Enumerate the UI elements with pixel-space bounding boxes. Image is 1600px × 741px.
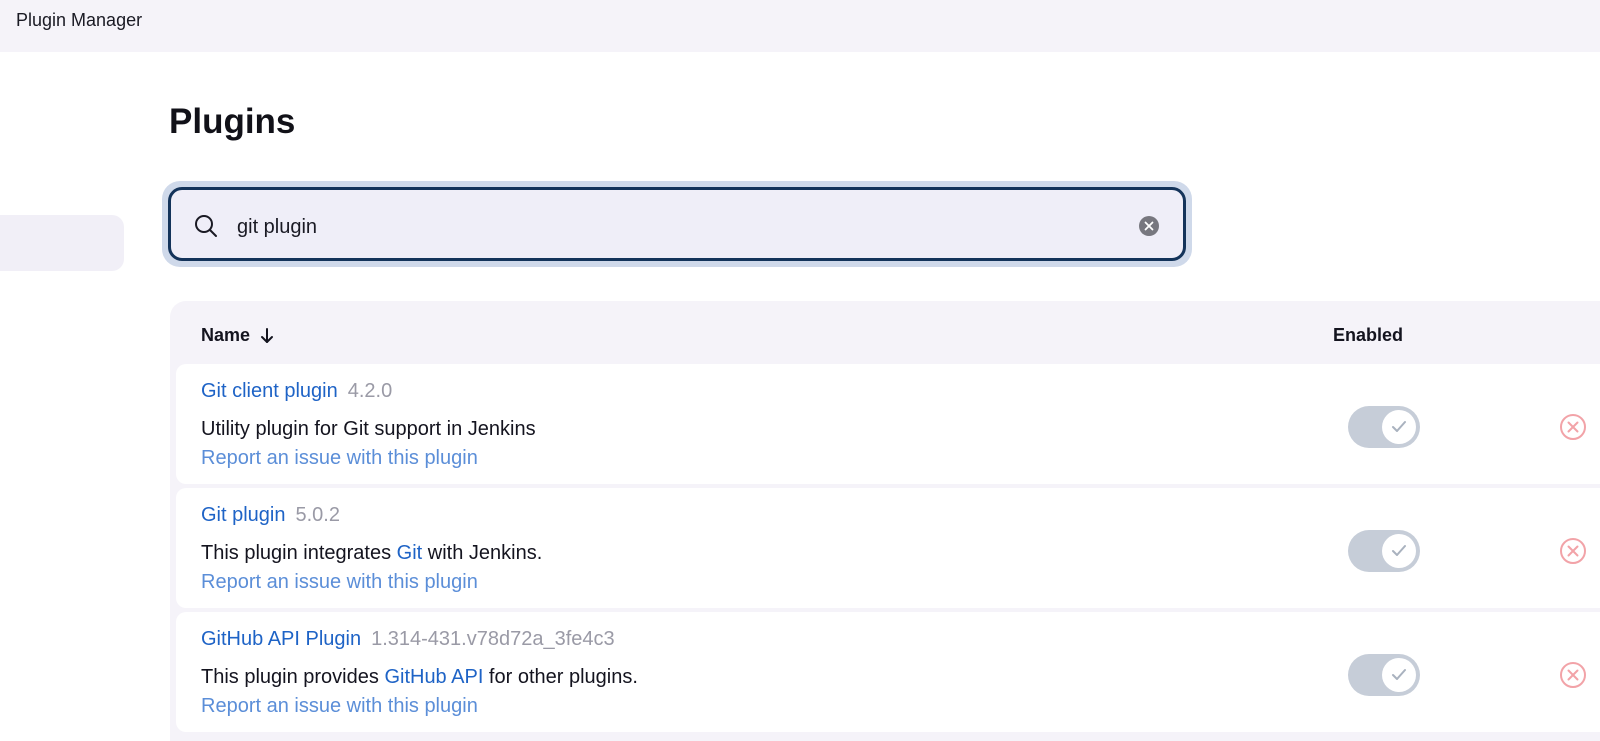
page-title: Plugins bbox=[169, 102, 296, 141]
plugin-name-line: GitHub API Plugin 1.314-431.v78d72a_3fe4c… bbox=[201, 628, 615, 651]
plugin-description-text: Utility plugin for Git support in Jenkin… bbox=[201, 418, 536, 440]
plugin-description-text-after: for other plugins. bbox=[483, 666, 638, 688]
column-header-name[interactable]: Name bbox=[201, 325, 274, 346]
top-bar: Plugin Manager bbox=[0, 0, 1600, 52]
checkmark-icon bbox=[1392, 669, 1406, 680]
column-header-enabled[interactable]: Enabled bbox=[1333, 325, 1403, 346]
plugin-version: 1.314-431.v78d72a_3fe4c3 bbox=[371, 628, 615, 650]
toggle-knob bbox=[1382, 534, 1416, 568]
search-focus-ring bbox=[162, 181, 1192, 267]
uninstall-icon[interactable] bbox=[1558, 660, 1588, 690]
plugin-version: 5.0.2 bbox=[295, 504, 340, 526]
report-issue-link[interactable]: Report an issue with this plugin bbox=[201, 571, 478, 594]
arrow-down-icon bbox=[261, 327, 274, 343]
table-row: GitHub API Plugin 1.314-431.v78d72a_3fe4c… bbox=[176, 612, 1600, 732]
plugin-description-link[interactable]: Git bbox=[397, 542, 423, 564]
enabled-toggle[interactable] bbox=[1348, 654, 1420, 696]
enabled-toggle[interactable] bbox=[1348, 530, 1420, 572]
plugin-description-link[interactable]: GitHub API bbox=[384, 666, 483, 688]
app-title: Plugin Manager bbox=[16, 10, 143, 30]
table-header: Name Enabled bbox=[170, 301, 1600, 369]
search-input[interactable] bbox=[235, 208, 1119, 246]
plugin-description-text: This plugin provides bbox=[201, 666, 385, 688]
plugin-version: 4.2.0 bbox=[347, 380, 393, 402]
plugin-description-text: This plugin integrates bbox=[201, 542, 397, 564]
plugin-description: This plugin provides GitHub API for othe… bbox=[201, 666, 638, 689]
uninstall-icon[interactable] bbox=[1558, 536, 1588, 566]
toggle-knob bbox=[1382, 410, 1416, 444]
plugins-table: Name Enabled Git client plugin 4.2.0 Util… bbox=[170, 301, 1600, 741]
plugin-name-line: Git client plugin 4.2.0 bbox=[201, 380, 392, 403]
close-icon bbox=[1144, 221, 1154, 231]
report-issue-link[interactable]: Report an issue with this plugin bbox=[201, 447, 478, 470]
uninstall-icon[interactable] bbox=[1558, 412, 1588, 442]
clear-search-button[interactable] bbox=[1139, 216, 1159, 236]
checkmark-icon bbox=[1392, 545, 1406, 556]
search-icon bbox=[193, 213, 219, 239]
toggle-knob bbox=[1382, 658, 1416, 692]
plugin-description: This plugin integrates Git with Jenkins. bbox=[201, 542, 542, 565]
search-box[interactable] bbox=[168, 187, 1186, 261]
table-row: Git plugin 5.0.2 This plugin integrates G… bbox=[176, 488, 1600, 608]
column-header-name-label: Name bbox=[201, 325, 251, 345]
plugin-name-link[interactable]: GitHub API Plugin bbox=[201, 628, 361, 650]
checkmark-icon bbox=[1392, 421, 1406, 432]
plugin-description: Utility plugin for Git support in Jenkin… bbox=[201, 418, 536, 441]
plugin-name-link[interactable]: Git client plugin bbox=[201, 380, 338, 402]
plugin-name-link[interactable]: Git plugin bbox=[201, 504, 286, 526]
plugin-description-text-after: with Jenkins. bbox=[422, 542, 543, 564]
enabled-toggle[interactable] bbox=[1348, 406, 1420, 448]
table-row: Git client plugin 4.2.0 Utility plugin fo… bbox=[176, 364, 1600, 484]
plugin-name-line: Git plugin 5.0.2 bbox=[201, 504, 340, 527]
report-issue-link[interactable]: Report an issue with this plugin bbox=[201, 695, 478, 718]
sidebar-active-item[interactable] bbox=[0, 215, 124, 271]
